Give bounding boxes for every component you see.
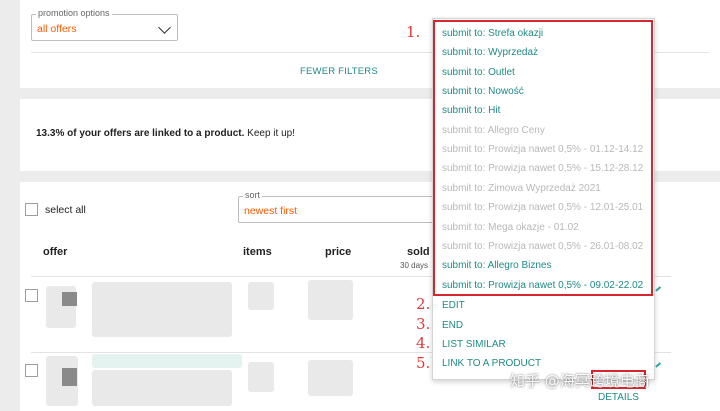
fewer-filters-button[interactable]: FEWER FILTERS xyxy=(300,66,378,77)
menu-item-end[interactable]: END xyxy=(442,320,463,331)
menu-item-edit[interactable]: EDIT xyxy=(442,300,465,311)
items-value xyxy=(248,282,274,310)
sort-legend: sort xyxy=(243,190,263,200)
offer-title[interactable] xyxy=(92,282,232,337)
column-header-offer[interactable]: offer xyxy=(43,246,67,258)
sold-period-label: 30 days xyxy=(400,261,429,270)
sort-select[interactable]: sort newest first xyxy=(238,190,438,223)
price-value xyxy=(308,280,353,320)
annotation-number: 3. xyxy=(416,315,431,333)
keep-it-up-text: Keep it up! xyxy=(244,128,295,139)
column-header-items[interactable]: items xyxy=(243,246,272,258)
details-button[interactable]: DETAILS xyxy=(598,392,639,403)
column-header-sold[interactable]: sold xyxy=(407,246,430,258)
select-all-label: select all xyxy=(45,204,86,216)
promotion-options-value: all offers xyxy=(37,23,77,35)
promotion-options-legend: promotion options xyxy=(36,8,112,18)
promotion-options-select[interactable]: promotion options all offers xyxy=(31,8,178,41)
menu-item-link-to-product[interactable]: LINK TO A PRODUCT xyxy=(442,358,541,369)
linked-percentage-text: 13.3% of your offers are linked to a pro… xyxy=(36,128,245,139)
row-checkbox[interactable] xyxy=(25,289,38,302)
items-value xyxy=(248,362,274,392)
offer-thumbnail xyxy=(62,368,77,386)
annotation-number: 1. xyxy=(406,23,421,41)
menu-item-list-similar[interactable]: LIST SIMILAR xyxy=(442,339,506,350)
select-all-checkbox[interactable] xyxy=(25,203,38,216)
linked-products-message: 13.3% of your offers are linked to a pro… xyxy=(36,128,295,139)
annotation-number: 4. xyxy=(416,334,431,352)
offer-thumbnail xyxy=(62,310,74,324)
watermark: 知乎 @海冥跨境电商 xyxy=(510,372,650,390)
annotation-number: 2. xyxy=(416,295,431,313)
sort-value: newest first xyxy=(244,205,298,217)
offer-title[interactable] xyxy=(92,354,242,368)
offer-thumbnail xyxy=(62,292,77,306)
column-header-price[interactable]: price xyxy=(325,246,351,258)
annotation-number: 5. xyxy=(416,354,431,372)
price-value xyxy=(308,360,353,396)
offer-subtitle xyxy=(92,370,232,406)
row-checkbox[interactable] xyxy=(25,364,38,377)
annotation-highlight-box xyxy=(433,20,653,296)
chevron-down-icon xyxy=(158,21,171,34)
